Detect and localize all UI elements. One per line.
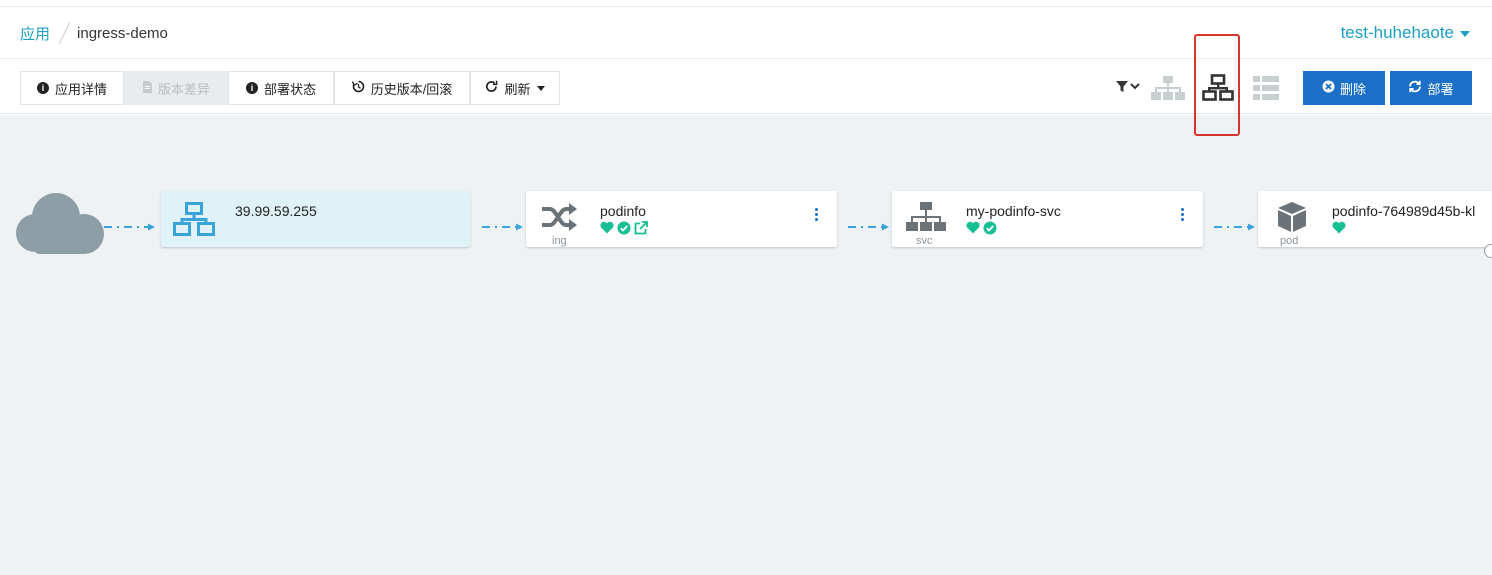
check-circle-icon [617,221,631,240]
close-circle-icon [1322,80,1335,96]
more-menu-icon[interactable] [1181,208,1185,222]
deploy-status-label: 部署状态 [263,81,316,97]
history-icon [351,80,365,96]
delete-button[interactable]: 删除 [1303,71,1385,105]
service-kind: svc [916,235,933,247]
heart-icon [1332,221,1346,239]
pod-node[interactable]: pod podinfo-764989d45b-kl [1258,191,1492,247]
tree-view-icon[interactable] [1151,75,1185,106]
cube-icon [1276,201,1308,238]
heart-icon [600,221,614,240]
breadcrumb-separator [58,21,71,45]
ingress-name: podinfo [600,203,646,219]
ingress-status [600,221,648,240]
namespace-label: test-huhehaote [1340,23,1454,42]
delete-label: 删除 [1339,81,1366,97]
sync-icon [1408,80,1422,96]
edge-arrow [1214,218,1256,236]
caret-down-icon [1460,31,1470,37]
info-icon: i [245,82,258,94]
refresh-label: 刷新 [504,81,531,97]
namespace-selector[interactable]: test-huhehaote [1341,23,1470,43]
heart-icon [966,221,980,240]
diff-label: 版本差异 [157,81,210,97]
external-link-icon[interactable] [634,221,648,240]
app-details-label: 应用详情 [54,81,107,97]
edge-arrow [482,218,524,236]
node-handle[interactable] [1484,244,1492,258]
filter-icon[interactable] [1116,80,1142,99]
service-name: my-podinfo-svc [966,203,1061,219]
edge-arrow [104,218,156,236]
service-node[interactable]: svc my-podinfo-svc [892,191,1203,247]
load-balancer-address: 39.99.59.255 [235,203,317,219]
list-view-icon[interactable] [1253,76,1279,105]
network-icon [173,202,215,241]
app-header: 应用 ingress-demo test-huhehaote [0,6,1492,59]
highlight-box [1194,34,1240,136]
info-icon: i [36,82,49,94]
app-details-button[interactable]: i 应用详情 [20,71,124,105]
breadcrumb-root-link[interactable]: 应用 [20,23,50,44]
check-circle-icon [983,221,997,240]
ingress-node[interactable]: ing podinfo [526,191,837,247]
deploy-status-button[interactable]: i 部署状态 [228,71,334,105]
cloud-icon [16,189,104,260]
service-status [966,221,997,240]
history-button[interactable]: 历史版本/回滚 [334,71,470,105]
refresh-icon [485,80,498,96]
pod-status [1332,221,1346,239]
file-icon [142,80,152,96]
deploy-label: 部署 [1427,81,1454,97]
deploy-button[interactable]: 部署 [1390,71,1472,105]
history-label: 历史版本/回滚 [370,81,453,97]
diff-button[interactable]: 版本差异 [124,71,228,105]
sitemap-icon [906,202,946,237]
resource-graph-canvas: 39.99.59.255 ing podinfo svc my-podinfo-… [0,115,1492,575]
load-balancer-node[interactable]: 39.99.59.255 [161,191,470,247]
pod-kind: pod [1280,235,1299,247]
breadcrumb: 应用 ingress-demo [20,21,168,45]
pod-name: podinfo-764989d45b-kl [1332,203,1476,219]
edge-arrow [848,218,890,236]
caret-down-icon [536,85,545,91]
ingress-kind: ing [552,235,567,247]
more-menu-icon[interactable] [815,208,819,222]
refresh-button[interactable]: 刷新 [470,71,560,105]
breadcrumb-current: ingress-demo [77,24,168,42]
shuffle-icon [542,203,578,236]
toolbar: i 应用详情 版本差异 i 部署状态 历史版本/回滚 刷新 删除 部署 [0,59,1492,114]
